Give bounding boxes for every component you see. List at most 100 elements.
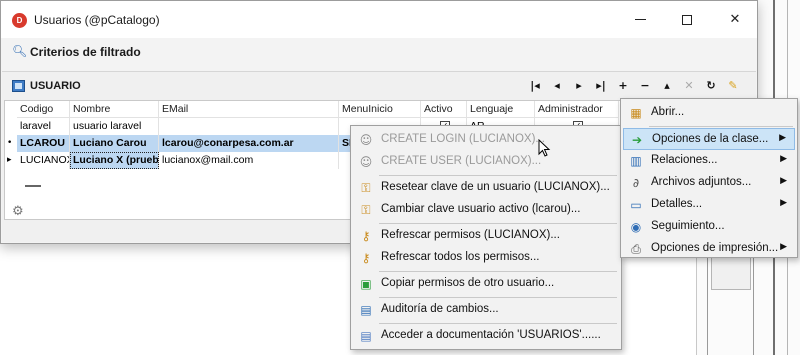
add-icon[interactable]: + <box>614 77 632 95</box>
menu-item-change-password[interactable]: ⚿ Cambiar clave usuario activo (lcarou).… <box>353 199 619 221</box>
title-bar[interactable]: D Usuarios (@pCatalogo) ✕ <box>1 1 757 38</box>
minimize-button[interactable] <box>618 7 662 33</box>
refresh-all-icon: ⚷ <box>361 251 371 265</box>
search-icon: 🔍︎ <box>12 44 28 58</box>
maximize-icon <box>682 14 692 25</box>
menu-item-documentation[interactable]: ▤ Acceder a documentación 'USUARIOS'....… <box>353 325 619 347</box>
close-icon: ✕ <box>729 12 741 27</box>
menu-item-label: Relaciones... <box>651 154 718 166</box>
submenu-item-attachments[interactable]: ∂ Archivos adjuntos... ▶ <box>623 172 795 194</box>
cell-codigo[interactable]: laravel <box>17 118 70 135</box>
cell-email[interactable] <box>159 118 339 135</box>
col-header-nombre[interactable]: Nombre <box>70 101 159 118</box>
menu-item-audit[interactable]: ▤ Auditoría de cambios... <box>353 299 619 321</box>
class-submenu: ▦ Abrir... ➔ Opciones de la clase... ▶ ▥… <box>620 98 798 258</box>
user-off-icon: ☺ <box>359 133 373 147</box>
move-up-icon[interactable]: ▴ <box>658 77 676 95</box>
col-header-activo[interactable]: Activo <box>421 101 467 118</box>
menu-separator <box>379 223 617 224</box>
col-header-administrador[interactable]: Administrador <box>535 101 619 118</box>
menu-item-label: Opciones de la clase... <box>652 133 769 145</box>
menu-item-reset-password[interactable]: ⚿ Resetear clave de un usuario (LUCIANOX… <box>353 177 619 199</box>
row-pointer-icon: ▸ <box>7 155 12 165</box>
first-record-icon[interactable]: |◂ <box>526 77 544 95</box>
menu-item-create-login[interactable]: ☺ CREATE LOGIN (LUCIANOX)... <box>353 129 619 151</box>
menu-item-copy-permissions[interactable]: ▣ Copiar permisos de otro usuario... <box>353 273 619 295</box>
submenu-item-tracking[interactable]: ◉ Seguimiento... <box>623 216 795 238</box>
refresh-icon[interactable]: ↻ <box>702 77 720 95</box>
tracking-icon: ◉ <box>630 220 642 234</box>
menu-item-label: Resetear clave de un usuario (LUCIANOX).… <box>381 181 610 193</box>
cell-nombre[interactable]: usuario laravel <box>70 118 159 135</box>
maximize-button[interactable] <box>665 7 709 33</box>
cancel-icon[interactable]: ✕ <box>680 77 698 95</box>
menu-item-refresh-all[interactable]: ⚷ Refrescar todos los permisos... <box>353 247 619 269</box>
menu-separator <box>379 271 617 272</box>
col-header-menuinicio[interactable]: MenuInicio <box>339 101 421 118</box>
cell-nombre-focused[interactable]: Luciano X (prueba <box>70 152 159 169</box>
menu-item-label: Copiar permisos de otro usuario... <box>381 277 555 289</box>
folder-open-icon: ▦ <box>630 106 642 120</box>
key-change-icon: ⚿ <box>361 203 371 217</box>
submenu-item-details[interactable]: ▭ Detalles... ▶ <box>623 194 795 216</box>
menu-item-label: Opciones de impresión... <box>651 242 779 254</box>
row-indicator-icon: • <box>7 138 13 148</box>
menu-item-label: Abrir... <box>651 106 685 118</box>
col-header-codigo[interactable]: Codigo <box>17 101 70 118</box>
menu-item-label: Cambiar clave usuario activo (lcarou)... <box>381 203 581 215</box>
panel-title: USUARIO <box>30 80 81 92</box>
close-button[interactable]: ✕ <box>713 7 757 33</box>
panel-header: USUARIO |◂ ◂ ▸ ▸| + − ▴ ✕ ↻ ✎ <box>2 72 756 99</box>
gear-icon[interactable]: ⚙ <box>12 204 24 219</box>
cell-codigo[interactable]: LUCIANOX <box>17 152 70 169</box>
col-header-lenguaje[interactable]: Lenguaje <box>467 101 535 118</box>
edit-icon[interactable]: ✎ <box>724 77 742 95</box>
cell-nombre[interactable]: Luciano Carou <box>70 135 159 152</box>
menu-separator <box>379 175 617 176</box>
prev-record-icon[interactable]: ◂ <box>548 77 566 95</box>
menu-item-label: Auditoría de cambios... <box>381 303 499 315</box>
doc-icon: ▤ <box>360 329 372 343</box>
audit-icon: ▤ <box>360 303 372 317</box>
copy-icon: ▣ <box>360 277 372 291</box>
submenu-item-print-options[interactable]: ⎙ Opciones de impresión... ▶ <box>623 238 795 257</box>
last-record-icon[interactable]: ▸| <box>592 77 610 95</box>
menu-separator <box>379 323 617 324</box>
cell-email[interactable]: lucianox@mail.com <box>159 152 339 169</box>
chevron-right-icon: ▶ <box>780 176 787 186</box>
minimize-icon <box>634 19 646 20</box>
app-logo-icon: D <box>12 13 27 28</box>
menu-item-create-user[interactable]: ☺ CREATE USER (LUCIANOX)... <box>353 151 619 173</box>
menu-item-refresh-permissions[interactable]: ⚷ Refrescar permisos (LUCIANOX)... <box>353 225 619 247</box>
filter-label: Criterios de filtrado <box>30 45 141 59</box>
relations-icon: ▥ <box>630 154 642 168</box>
paperclip-icon: ∂ <box>632 176 640 190</box>
chevron-right-icon: ▶ <box>780 198 787 208</box>
remove-icon[interactable]: − <box>636 77 654 95</box>
menu-separator <box>649 126 793 127</box>
next-record-icon[interactable]: ▸ <box>570 77 588 95</box>
refresh-key-icon: ⚷ <box>361 229 371 243</box>
context-menu: ☺ CREATE LOGIN (LUCIANOX)... ☺ CREATE US… <box>350 125 622 350</box>
window-title: Usuarios (@pCatalogo) <box>34 13 160 27</box>
submenu-item-relations[interactable]: ▥ Relaciones... ▶ <box>623 150 795 172</box>
chevron-right-icon: ▶ <box>780 242 787 252</box>
menu-item-label: Detalles... <box>651 198 703 210</box>
cell-email[interactable]: lcarou@conarpesa.com.ar <box>159 135 339 152</box>
new-row-indicator <box>25 185 41 187</box>
submenu-item-class-options[interactable]: ➔ Opciones de la clase... ▶ <box>623 128 795 150</box>
user-add-icon: ☺ <box>359 155 373 169</box>
chevron-right-icon: ▶ <box>779 133 786 143</box>
table-icon <box>12 80 25 92</box>
submenu-item-open[interactable]: ▦ Abrir... <box>623 102 795 124</box>
cell-codigo[interactable]: LCAROU <box>17 135 70 152</box>
menu-item-label: Refrescar permisos (LUCIANOX)... <box>381 229 560 241</box>
filter-bar[interactable]: 🔍︎ Criterios de filtrado <box>1 38 757 66</box>
menu-item-label: CREATE LOGIN (LUCIANOX)... <box>381 133 546 145</box>
col-header-email[interactable]: EMail <box>159 101 339 118</box>
printer-icon: ⎙ <box>631 242 641 256</box>
class-options-icon: ➔ <box>631 133 643 147</box>
menu-item-label: Seguimiento... <box>651 220 725 232</box>
menu-separator <box>379 297 617 298</box>
key-icon: ⚿ <box>361 181 371 195</box>
